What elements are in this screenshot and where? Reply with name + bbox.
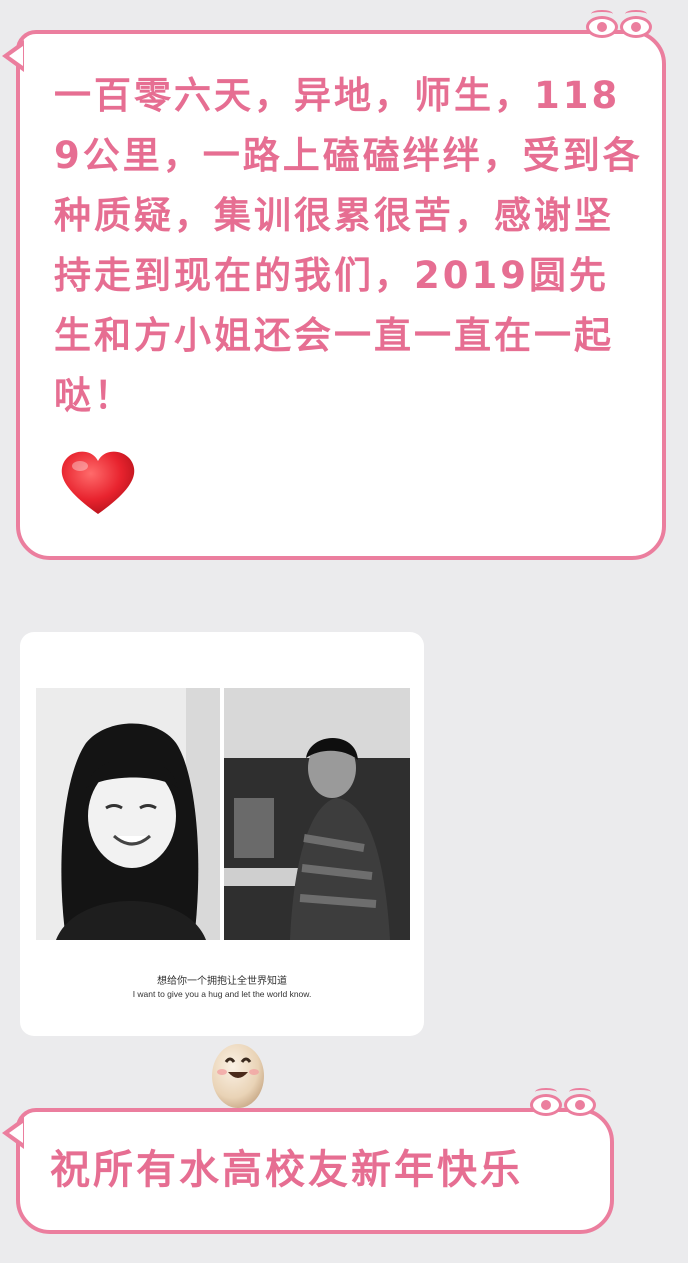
eye-icon [564, 1088, 596, 1116]
red-heart-icon [61, 451, 135, 514]
eyes-decoration-icon [586, 10, 652, 38]
photo-girl [36, 688, 220, 940]
eyes-decoration-icon [530, 1088, 596, 1116]
photo-boy [224, 688, 410, 940]
bubble-tail-fill [9, 1123, 23, 1143]
bubble-tail-fill [9, 46, 23, 66]
photo-card[interactable]: 想给你一个拥抱让全世界知道 I want to give you a hug a… [20, 632, 424, 1036]
eye-icon [620, 10, 652, 38]
photo-caption-chinese: 想给你一个拥抱让全世界知道 [157, 976, 287, 987]
smiling-egg-icon[interactable] [198, 1030, 278, 1110]
message-text: 一百零六天，异地，师生，1189公里，一路上磕磕绊绊，受到各种质疑，集训很累很苦… [54, 74, 643, 417]
photo-caption-english: I want to give you a hug and let the wor… [132, 989, 312, 999]
eye-icon [586, 10, 618, 38]
eye-icon [530, 1088, 562, 1116]
message-text: 祝所有水高校友新年快乐 [50, 1147, 523, 1193]
